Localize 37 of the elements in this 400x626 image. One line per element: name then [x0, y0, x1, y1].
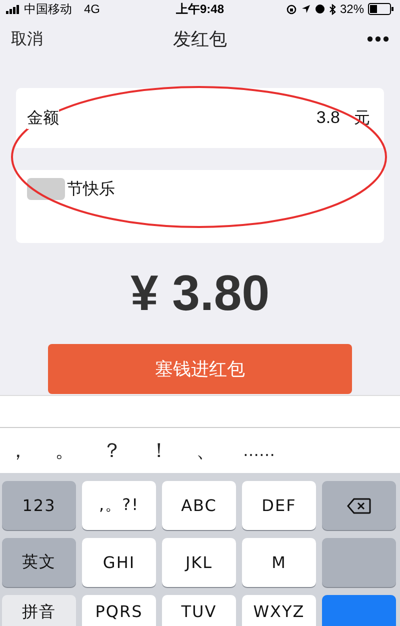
keyboard-key[interactable]: DEF: [242, 481, 316, 530]
cancel-link[interactable]: 取消: [11, 28, 43, 48]
signal-icon: [6, 4, 20, 14]
keyboard-key[interactable]: GHI: [82, 538, 156, 587]
keyboard-key[interactable]: JKL: [162, 538, 236, 587]
keyboard-key[interactable]: ,。?!: [82, 481, 156, 530]
alarm-icon: [314, 4, 325, 14]
candidate-punctuation[interactable]: ？: [102, 437, 149, 464]
candidate-punctuation[interactable]: ……: [243, 441, 275, 460]
keyboard-key[interactable]: M: [242, 538, 316, 587]
status-time: 上午9:48: [176, 2, 224, 16]
keyboard-key[interactable]: ABC: [162, 481, 236, 530]
total-amount: ¥ 3.80: [130, 265, 270, 321]
more-icon[interactable]: [367, 36, 389, 42]
candidate-punctuation[interactable]: 。: [55, 437, 102, 464]
delete-key[interactable]: [322, 481, 396, 530]
greeting-text[interactable]: 节快乐: [67, 178, 115, 200]
amount-label: 金额: [27, 108, 59, 128]
battery-icon: [368, 3, 394, 15]
function-key[interactable]: 英文: [2, 538, 76, 587]
candidate-punctuation[interactable]: ，: [8, 437, 55, 464]
amount-value[interactable]: 3.8: [316, 108, 340, 128]
keyboard-key[interactable]: TUV: [162, 595, 236, 626]
candidate-punctuation[interactable]: ！: [149, 437, 196, 464]
page-title: 发红包: [173, 29, 227, 50]
bluetooth-icon: [328, 4, 336, 14]
network-type: 4G: [84, 2, 100, 16]
candidate-punctuation[interactable]: 、: [196, 437, 243, 464]
keyboard-key[interactable]: WXYZ: [242, 595, 316, 626]
function-key[interactable]: 123: [2, 481, 76, 530]
carrier-name: 中国移动: [24, 0, 72, 18]
location-icon: [300, 4, 311, 14]
battery-percent: 32%: [340, 2, 364, 16]
mode-key[interactable]: 拼音: [2, 595, 76, 626]
rotation-lock-icon: [286, 4, 297, 14]
keyboard-key[interactable]: PQRS: [82, 595, 156, 626]
backspace-icon: [347, 498, 371, 514]
